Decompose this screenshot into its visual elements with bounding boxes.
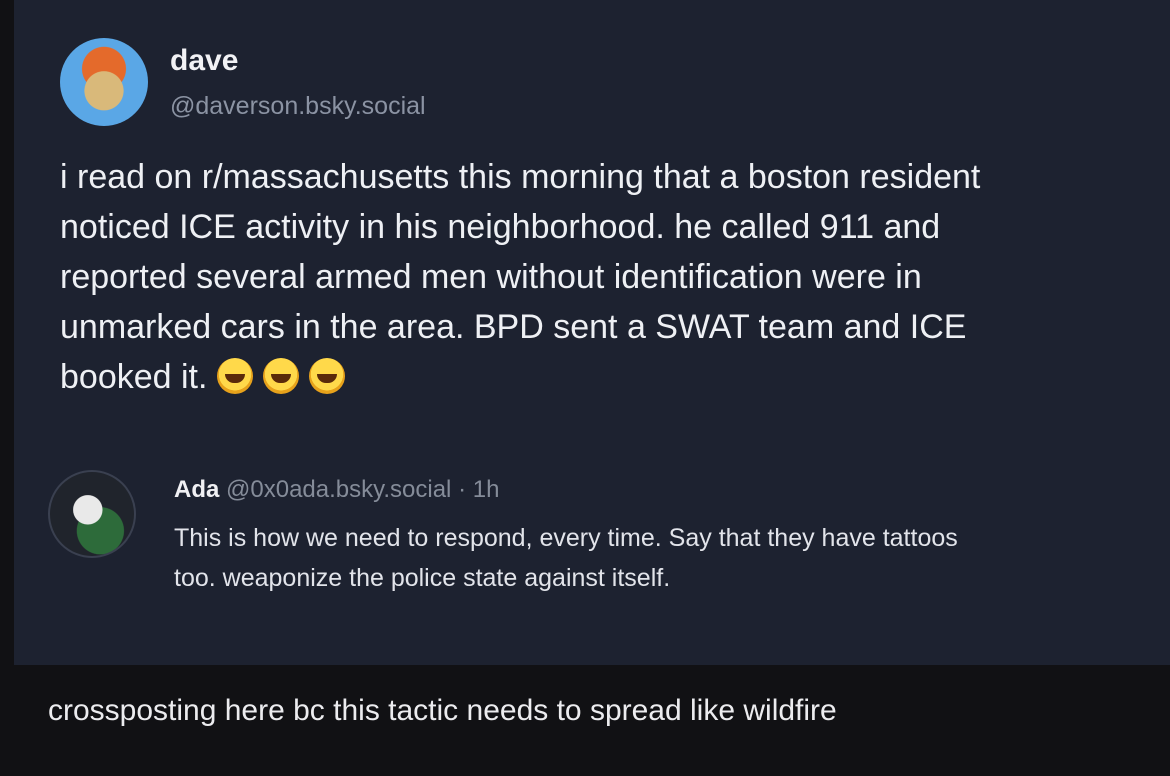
meta-separator: ·	[458, 476, 467, 503]
reply-avatar[interactable]	[48, 470, 136, 558]
laughing-emoji-icon	[263, 358, 300, 394]
reply-meta: Ada @0x0ada.bsky.social · 1h	[174, 476, 499, 504]
author-handle[interactable]: @daverson.bsky.social	[170, 92, 426, 121]
post-line-last: booked it.	[60, 352, 1160, 402]
reply-line: This is how we need to respond, every ti…	[174, 524, 958, 552]
reply-handle[interactable]: @0x0ada.bsky.social	[226, 476, 451, 503]
avatar[interactable]	[60, 38, 148, 126]
reply-display-name[interactable]: Ada	[174, 476, 219, 503]
screenshot-card: dave @daverson.bsky.social i read on r/m…	[14, 0, 1170, 665]
laughing-emoji-icon	[217, 358, 254, 394]
reply-line: too. weaponize the police state against …	[174, 564, 671, 592]
post-line: i read on r/massachusetts this morning t…	[60, 158, 981, 196]
post-line: reported several armed men without ident…	[60, 258, 922, 296]
post-text: i read on r/massachusetts this morning t…	[60, 152, 1160, 402]
author-display-name[interactable]: dave	[170, 44, 238, 78]
post-line-text: booked it.	[60, 358, 208, 396]
reply-timestamp[interactable]: 1h	[473, 476, 500, 503]
post-line: unmarked cars in the area. BPD sent a SW…	[60, 308, 967, 346]
laughing-emoji-icon	[309, 358, 346, 394]
post-line: noticed ICE activity in his neighborhood…	[60, 208, 941, 246]
crosspost-caption: crossposting here bc this tactic needs t…	[48, 694, 837, 727]
reply-text: This is how we need to respond, every ti…	[174, 518, 1170, 598]
